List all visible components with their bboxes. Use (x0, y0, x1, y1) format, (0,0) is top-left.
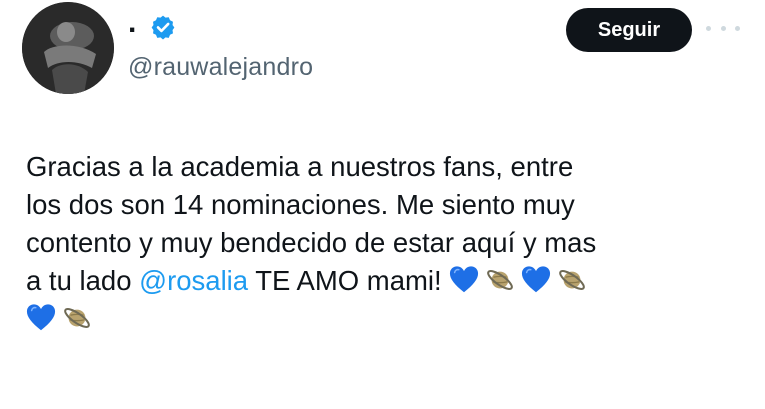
user-handle[interactable]: @rauwalejandro (128, 52, 313, 82)
more-dot (720, 25, 726, 31)
follow-button[interactable]: Seguir (566, 8, 692, 52)
blue-heart-icon (521, 265, 551, 295)
more-dot (706, 25, 711, 31)
tweet-line-2: los dos son 14 nominaciones. Me siento m… (26, 189, 575, 220)
ringed-planet-icon (62, 303, 92, 333)
tweet-line-3: contento y muy bendecido de estar aquí y… (26, 227, 597, 258)
blue-heart-icon (449, 265, 479, 295)
tweet-line-1: Gracias a la academia a nuestros fans, e… (26, 151, 574, 182)
more-horizontal-icon[interactable] (706, 18, 740, 38)
verified-badge-icon (151, 15, 175, 40)
tweet-line-4: a tu lado @rosalia TE AMO mami! (26, 262, 756, 300)
tweet-line-4-end: TE AMO mami! (248, 265, 442, 296)
ringed-planet-icon (557, 265, 587, 295)
tweet-text: Gracias a la academia a nuestros fans, e… (26, 148, 756, 338)
more-dot (735, 25, 740, 31)
avatar-photo (22, 2, 114, 94)
blue-heart-icon (26, 303, 56, 333)
display-name[interactable]: . (128, 8, 136, 38)
mention-link[interactable]: @rosalia (139, 265, 248, 296)
tweet-line-4-start: a tu lado (26, 265, 140, 296)
avatar[interactable] (22, 2, 114, 94)
tweet-card: . @rauwalejandro Seguir Gracias a la aca… (0, 0, 765, 409)
tweet-line-5 (26, 300, 756, 338)
ringed-planet-icon (485, 265, 515, 295)
